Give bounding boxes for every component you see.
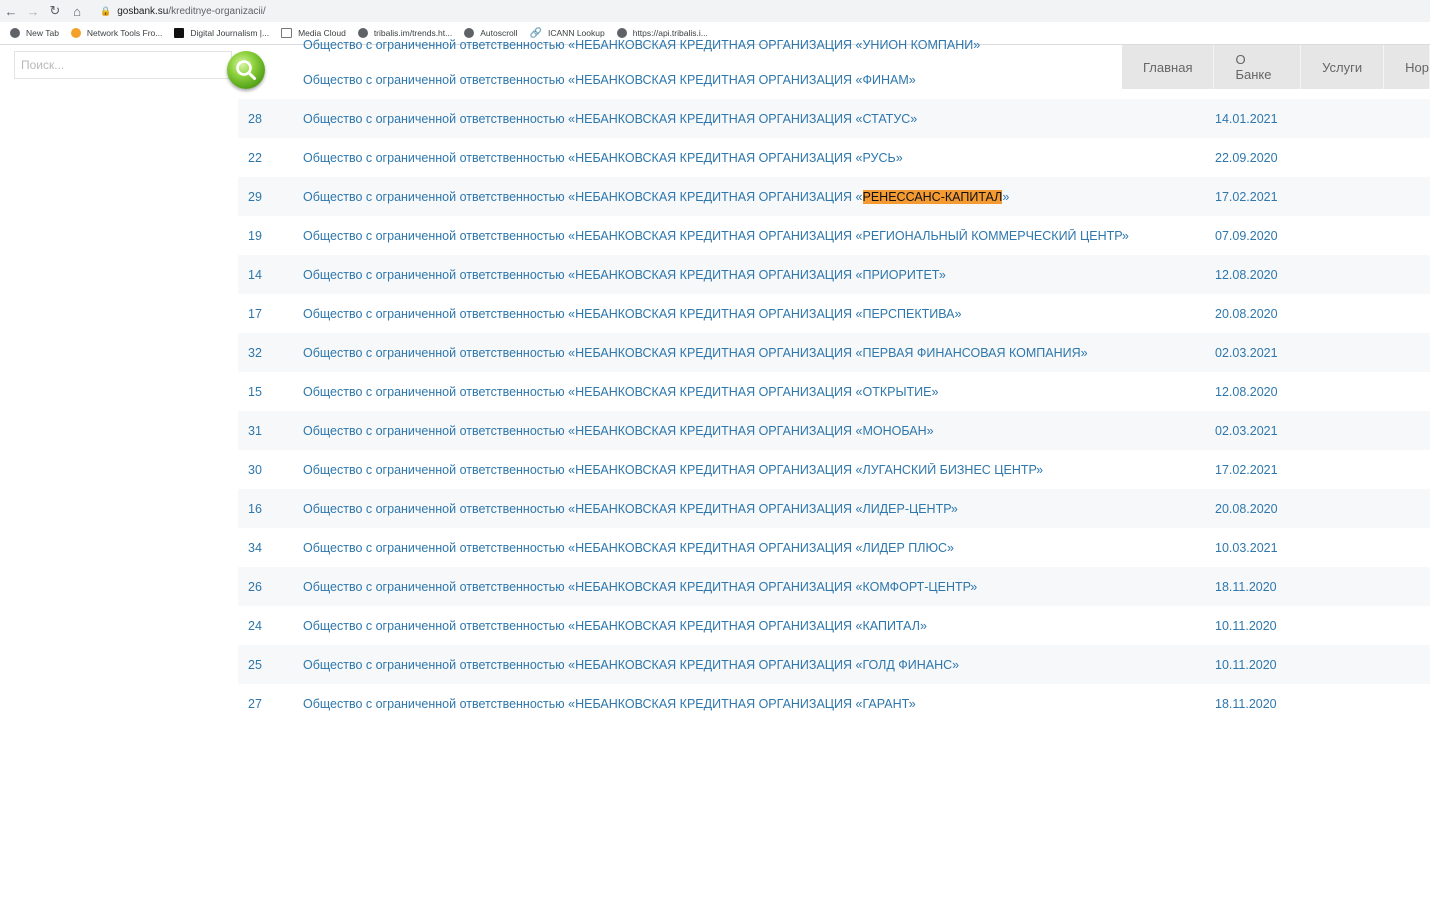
- table-row: 22 Общество с ограниченной ответственност…: [238, 138, 1430, 177]
- black-square-icon: [174, 28, 185, 38]
- forward-icon[interactable]: →: [22, 0, 44, 22]
- row-number: 28: [248, 111, 262, 126]
- table-row: 31 Общество с ограниченной ответственност…: [238, 411, 1430, 450]
- row-number: 24: [248, 618, 262, 633]
- row-date: 12.08.2020: [1215, 384, 1278, 399]
- row-number: 25: [248, 657, 262, 672]
- reload-icon[interactable]: ↻: [44, 0, 66, 22]
- table-row: 29 Общество с ограниченной ответственност…: [238, 177, 1430, 216]
- row-date: 18.11.2020: [1215, 579, 1277, 594]
- top-navigation: Главная О Банке Услуги Нор: [1122, 45, 1430, 89]
- org-link[interactable]: Общество с ограниченной ответственностью…: [303, 229, 1215, 243]
- row-number: 34: [248, 540, 262, 555]
- nav-item-normative[interactable]: Нор: [1384, 45, 1430, 89]
- row-number: 27: [248, 696, 262, 711]
- row-date: 02.03.2021: [1215, 423, 1278, 438]
- row-date: 12.08.2020: [1215, 267, 1278, 282]
- table-row: 34 Общество с ограниченной ответственност…: [238, 528, 1430, 567]
- org-link[interactable]: Общество с ограниченной ответственностью…: [303, 658, 1215, 672]
- table-row: 27 Общество с ограниченной ответственност…: [238, 684, 1430, 723]
- credit-organizations-table: Общество с ограниченной ответственностью…: [238, 30, 1430, 723]
- row-number: 26: [248, 579, 262, 594]
- table-row: 28 Общество с ограниченной ответственност…: [238, 99, 1430, 138]
- row-number: 30: [248, 462, 262, 477]
- search-input[interactable]: [14, 51, 232, 79]
- url-host: gosbank.su: [117, 5, 169, 17]
- row-number: 29: [248, 189, 262, 204]
- row-date: 10.03.2021: [1215, 540, 1278, 555]
- magnifier-icon: [236, 60, 256, 80]
- row-date: 17.02.2021: [1215, 189, 1278, 204]
- table-row: 14 Общество с ограниченной ответственност…: [238, 255, 1430, 294]
- org-link[interactable]: Общество с ограниченной ответственностью…: [303, 697, 1215, 711]
- row-number: 14: [248, 267, 262, 282]
- row-date: 22.09.2020: [1215, 150, 1278, 165]
- org-link[interactable]: Общество с ограниченной ответственностью…: [303, 346, 1215, 360]
- org-link[interactable]: Общество с ограниченной ответственностью…: [303, 112, 1215, 126]
- row-date: 17.02.2021: [1215, 462, 1278, 477]
- org-link[interactable]: Общество с ограниченной ответственностью…: [303, 541, 1215, 555]
- table-row: 26 Общество с ограниченной ответственност…: [238, 567, 1430, 606]
- row-number: 15: [248, 384, 262, 399]
- back-icon[interactable]: ←: [0, 0, 22, 22]
- globe-icon: [10, 28, 20, 38]
- row-date: 07.09.2020: [1215, 228, 1278, 243]
- row-date: 10.11.2020: [1215, 657, 1277, 672]
- table-row: 30 Общество с ограниченной ответственност…: [238, 450, 1430, 489]
- url-path: /kreditnye-organizacii/: [168, 5, 266, 17]
- table-row: 19 Общество с ограниченной ответственност…: [238, 216, 1430, 255]
- org-link[interactable]: Общество с ограниченной ответственностью…: [303, 38, 1215, 52]
- org-link[interactable]: Общество с ограниченной ответственностью…: [303, 463, 1215, 477]
- nav-item-home[interactable]: Главная: [1122, 45, 1215, 89]
- org-link[interactable]: Общество с ограниченной ответственностью…: [303, 73, 1215, 87]
- org-link[interactable]: Общество с ограниченной ответственностью…: [303, 151, 1215, 165]
- org-link[interactable]: Общество с ограниченной ответственностью…: [303, 268, 1215, 282]
- row-number: 19: [248, 228, 262, 243]
- bookmark-new-tab[interactable]: New Tab: [10, 28, 59, 38]
- bookmark-network-tools[interactable]: Network Tools Fro...: [70, 28, 162, 38]
- org-link[interactable]: Общество с ограниченной ответственностью…: [303, 385, 1215, 399]
- table-row: 15 Общество с ограниченной ответственност…: [238, 372, 1430, 411]
- row-date: 10.11.2020: [1215, 618, 1277, 633]
- search-highlight: РЕНЕССАНС-КАПИТАЛ: [862, 189, 1003, 204]
- orange-x-icon: [70, 28, 81, 38]
- page-content: Общество с ограниченной ответственностью…: [0, 38, 1430, 906]
- table-row: 32 Общество с ограниченной ответственност…: [238, 333, 1430, 372]
- nav-item-about-bank[interactable]: О Банке: [1214, 45, 1302, 89]
- org-link[interactable]: Общество с ограниченной ответственностью…: [303, 424, 1215, 438]
- search-form: [14, 51, 265, 89]
- row-date: 02.03.2021: [1215, 345, 1278, 360]
- row-date: 18.11.2020: [1215, 696, 1277, 711]
- row-date: 20.08.2020: [1215, 501, 1278, 516]
- org-link[interactable]: Общество с ограниченной ответственностью…: [303, 580, 1215, 594]
- table-row: 17 Общество с ограниченной ответственност…: [238, 294, 1430, 333]
- lock-icon: 🔒: [100, 5, 112, 16]
- table-row: 16 Общество с ограниченной ответственност…: [238, 489, 1430, 528]
- table-row: 25 Общество с ограниченной ответственност…: [238, 645, 1430, 684]
- org-link[interactable]: Общество с ограниченной ответственностью…: [303, 307, 1215, 321]
- home-icon[interactable]: ⌂: [66, 0, 88, 22]
- row-date: 20.08.2020: [1215, 306, 1278, 321]
- row-date: 14.01.2021: [1215, 111, 1278, 126]
- org-link[interactable]: Общество с ограниченной ответственностью…: [303, 502, 1215, 516]
- row-number: 32: [248, 345, 262, 360]
- row-number: 16: [248, 501, 262, 516]
- row-number: 17: [248, 306, 262, 321]
- address-bar[interactable]: 🔒 gosbank.su/kreditnye-organizacii/: [100, 2, 1430, 20]
- row-number: 31: [248, 423, 262, 438]
- nav-item-services[interactable]: Услуги: [1301, 45, 1385, 89]
- browser-toolbar: ← → ↻ ⌂ 🔒 gosbank.su/kreditnye-organizac…: [0, 0, 1430, 22]
- table-row: 24 Общество с ограниченной ответственност…: [238, 606, 1430, 645]
- row-number: 22: [248, 150, 262, 165]
- org-link[interactable]: Общество с ограниченной ответственностью…: [303, 619, 1215, 633]
- org-link[interactable]: Общество с ограниченной ответственностью…: [303, 189, 1215, 204]
- search-button[interactable]: [227, 51, 265, 89]
